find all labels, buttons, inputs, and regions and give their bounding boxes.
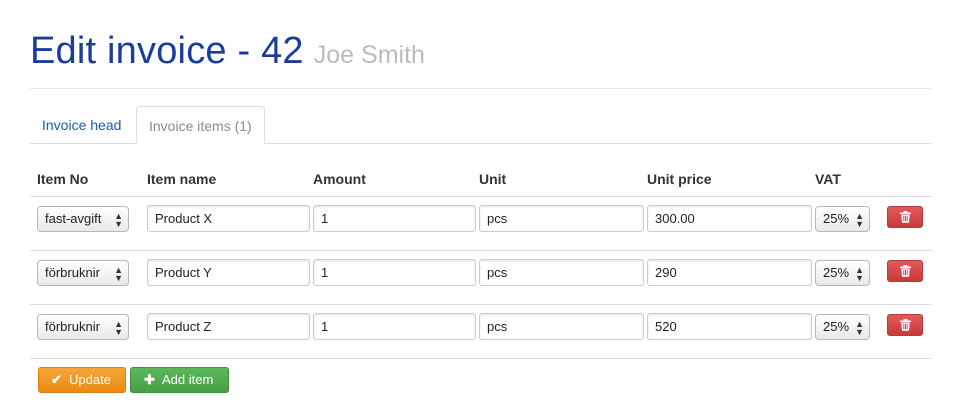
select-arrows-icon: ▲ ▼: [855, 319, 864, 337]
select-arrows-icon: ▲ ▼: [114, 265, 123, 283]
tab-bar: Invoice head Invoice items (1): [30, 106, 931, 144]
header-divider: [30, 88, 931, 89]
table-row: förbruknir ▲ ▼ Product Z 1 pcs 520 25% ▲ ▼: [30, 304, 931, 359]
trash-icon: [900, 319, 911, 331]
unit-price-input[interactable]: 520: [647, 313, 812, 340]
select-arrows-icon: ▲ ▼: [114, 319, 123, 337]
trash-icon: [900, 211, 911, 223]
tab-invoice-items[interactable]: Invoice items (1): [136, 106, 265, 144]
column-header-amount: Amount: [313, 171, 366, 187]
item-no-value: förbruknir: [45, 319, 100, 334]
amount-input[interactable]: 1: [313, 313, 476, 340]
update-button[interactable]: ✔ Update: [38, 367, 126, 393]
page-heading: Edit invoice - 42 Joe Smith: [30, 30, 425, 73]
vat-select[interactable]: 25% ▲ ▼: [815, 206, 870, 232]
table-row: fast-avgift ▲ ▼ Product X 1 pcs 300.00 25%…: [30, 196, 931, 251]
delete-item-button[interactable]: [887, 206, 923, 228]
item-no-value: fast-avgift: [45, 211, 102, 226]
select-arrows-icon: ▲ ▼: [855, 211, 864, 229]
table-header: Item No Item name Amount Unit Unit price…: [30, 170, 931, 197]
page-title: Edit invoice - 42: [30, 30, 304, 72]
unit-input[interactable]: pcs: [479, 259, 644, 286]
table-row: förbruknir ▲ ▼ Product Y 1 pcs 290 25% ▲ ▼: [30, 250, 931, 305]
amount-input[interactable]: 1: [313, 205, 476, 232]
amount-input[interactable]: 1: [313, 259, 476, 286]
delete-item-button[interactable]: [887, 314, 923, 336]
item-no-select[interactable]: fast-avgift ▲ ▼: [37, 206, 129, 232]
add-item-label: Add item: [162, 372, 214, 387]
add-item-button[interactable]: ✚ Add item: [130, 367, 229, 393]
plus-icon: ✚: [144, 372, 155, 387]
customer-name: Joe Smith: [313, 41, 425, 69]
column-header-item-no: Item No: [37, 171, 89, 187]
item-name-input[interactable]: Product Y: [147, 259, 310, 286]
item-no-select[interactable]: förbruknir ▲ ▼: [37, 260, 129, 286]
column-header-unit: Unit: [479, 171, 507, 187]
select-arrows-icon: ▲ ▼: [114, 211, 123, 229]
item-no-select[interactable]: förbruknir ▲ ▼: [37, 314, 129, 340]
vat-value: 25%: [823, 265, 850, 280]
unit-price-input[interactable]: 290: [647, 259, 812, 286]
select-arrows-icon: ▲ ▼: [855, 265, 864, 283]
item-no-value: förbruknir: [45, 265, 100, 280]
delete-item-button[interactable]: [887, 260, 923, 282]
vat-select[interactable]: 25% ▲ ▼: [815, 260, 870, 286]
unit-input[interactable]: pcs: [479, 205, 644, 232]
column-header-vat: VAT: [815, 171, 841, 187]
vat-select[interactable]: 25% ▲ ▼: [815, 314, 870, 340]
vat-value: 25%: [823, 211, 850, 226]
tab-invoice-head[interactable]: Invoice head: [30, 106, 133, 142]
trash-icon: [900, 265, 911, 277]
unit-input[interactable]: pcs: [479, 313, 644, 340]
unit-price-input[interactable]: 300.00: [647, 205, 812, 232]
vat-value: 25%: [823, 319, 850, 334]
column-header-item-name: Item name: [147, 171, 217, 187]
item-name-input[interactable]: Product X: [147, 205, 310, 232]
column-header-unit-price: Unit price: [647, 171, 712, 187]
update-label: Update: [69, 372, 111, 387]
check-icon: ✔: [51, 372, 62, 387]
item-name-input[interactable]: Product Z: [147, 313, 310, 340]
